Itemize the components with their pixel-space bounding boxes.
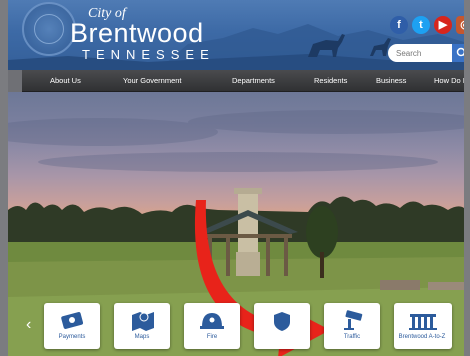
brand-name[interactable]: Brentwood (70, 18, 204, 49)
quick-link-traffic[interactable]: Traffic (324, 303, 380, 349)
quick-link-fire[interactable]: Fire (184, 303, 240, 349)
youtube-icon[interactable]: ▶ (434, 16, 452, 34)
nav-about-us[interactable]: About Us (50, 70, 81, 92)
quick-link-label: Brentwood A-to-Z (398, 334, 446, 340)
fire-helmet-icon (200, 313, 224, 329)
left-frame (0, 0, 8, 356)
right-frame (464, 0, 470, 356)
site-header: City of Brentwood TENNESSEE f t ▶ ◎ (8, 0, 464, 70)
search-button[interactable] (452, 44, 464, 62)
traffic-camera-icon (344, 310, 363, 330)
nav-how-do-i[interactable]: How Do I? (434, 70, 464, 92)
website: City of Brentwood TENNESSEE f t ▶ ◎ Abou… (8, 0, 464, 356)
a-to-z-icon (409, 314, 437, 330)
payments-icon (61, 312, 84, 329)
quick-link-a-to-z[interactable]: Brentwood A-to-Z (394, 303, 452, 349)
quick-links-prev-arrow[interactable]: ‹ (26, 316, 31, 334)
search-icon (456, 47, 464, 57)
nav-departments[interactable]: Departments (232, 70, 275, 92)
brand-state: TENNESSEE (82, 47, 215, 62)
quick-link-police[interactable] (254, 303, 310, 349)
city-seal-logo[interactable] (22, 2, 76, 56)
nav-your-government[interactable]: Your Government (123, 70, 182, 92)
search-input[interactable] (388, 44, 456, 62)
nav-residents[interactable]: Residents (314, 70, 347, 92)
facebook-icon[interactable]: f (390, 16, 408, 34)
maps-icon (132, 312, 154, 331)
quick-link-label: Payments (58, 334, 86, 340)
quick-link-label: Traffic (343, 334, 361, 340)
instagram-icon[interactable]: ◎ (456, 16, 464, 34)
twitter-icon[interactable]: t (412, 16, 430, 34)
main-nav: About Us Your Government Departments Res… (22, 70, 464, 92)
quick-link-payments[interactable]: Payments (44, 303, 100, 349)
quick-link-label: Fire (206, 334, 218, 340)
quick-link-maps[interactable]: Maps (114, 303, 170, 349)
quick-link-label: Maps (134, 334, 150, 340)
nav-business[interactable]: Business (376, 70, 406, 92)
police-icon (274, 312, 290, 331)
